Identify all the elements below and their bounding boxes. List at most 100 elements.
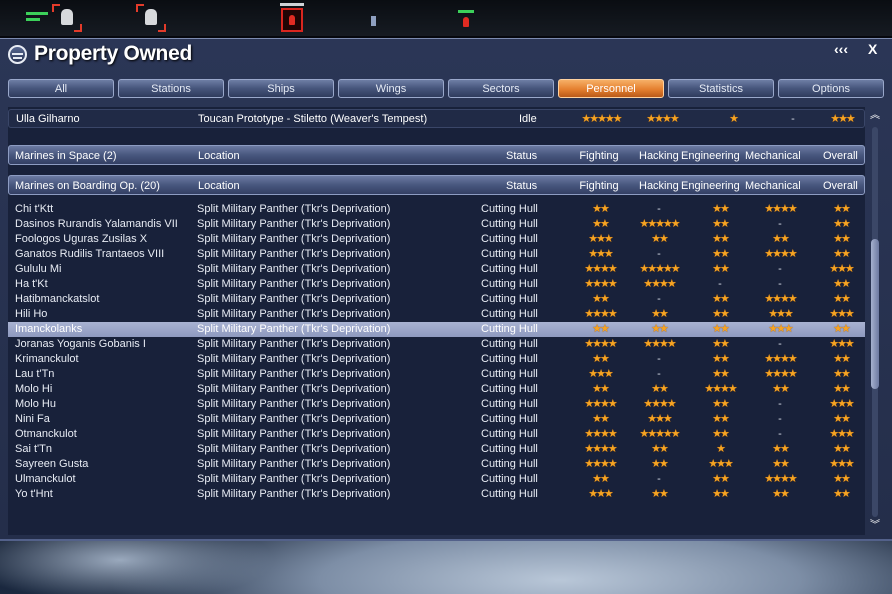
marine-status: Cutting Hull [481,203,538,215]
tab-sectors[interactable]: Sectors [448,79,554,98]
marine-status: Cutting Hull [481,428,538,440]
marine-row[interactable]: Sayreen Gusta Split Military Panther (Tkr… [8,457,865,472]
marine-mechanical: ★★ [772,443,790,455]
marine-fighting: ★★ [592,383,610,395]
marine-row[interactable]: Ganatos Rudilis Trantaeos VIII Split Mili… [8,247,865,262]
marine-engineering: ★★ [712,323,730,335]
marine-location: Split Military Panther (Tkr's Deprivatio… [197,413,391,425]
tab-wings[interactable]: Wings [338,79,444,98]
marine-name: Hatibmanckatslot [15,293,100,305]
marine-mechanical: - [778,398,782,410]
marine-row[interactable]: Dasinos Rurandis Yalamandis VII Split Mil… [8,217,865,232]
marine-location: Split Military Panther (Tkr's Deprivatio… [197,488,391,500]
hud-shield-bar [26,12,48,15]
marine-location: Split Military Panther (Tkr's Deprivatio… [197,338,391,350]
marine-status: Cutting Hull [481,488,538,500]
marine-row[interactable]: Krimanckulot Split Military Panther (Tkr'… [8,352,865,367]
hud-ship-icon[interactable] [136,4,166,32]
marine-name: Gululu Mi [15,263,62,275]
marine-location: Split Military Panther (Tkr's Deprivatio… [197,263,391,275]
marine-row[interactable]: Chi t'Ktt Split Military Panther (Tkr's D… [8,202,865,217]
marine-row[interactable]: Yo t'Hnt Split Military Panther (Tkr's De… [8,487,865,502]
marine-mechanical: ★★★ [768,308,794,320]
marine-fighting: ★★★★ [584,398,617,410]
marine-row[interactable]: Joranas Yoganis Gobanis I Split Military … [8,337,865,352]
marine-fighting: ★★★ [588,233,614,245]
marine-engineering: ★★ [712,413,730,425]
marine-engineering: ★★ [712,293,730,305]
scroll-up-icon[interactable]: ︽ [868,109,882,123]
marine-row[interactable]: Foologos Uguras Zusilas X Split Military … [8,232,865,247]
window-titlebar[interactable]: Property Owned ‹‹‹ X [0,39,892,69]
marine-mechanical: ★★★★ [764,203,797,215]
marine-hacking: - [657,473,661,485]
hud-target-icon[interactable] [281,8,303,32]
close-icon[interactable]: X [868,41,877,57]
marine-overall: ★★ [833,488,851,500]
scroll-down-icon[interactable]: ︾ [868,519,882,533]
col-mechanical: Mechanical [745,180,801,192]
marine-location: Split Military Panther (Tkr's Deprivatio… [197,428,391,440]
marine-status: Cutting Hull [481,353,538,365]
marine-engineering: ★★ [712,368,730,380]
group-header-marines-on-boarding[interactable]: Marines on Boarding Op. (20) Location St… [8,175,865,195]
marine-fighting: ★★ [592,323,610,335]
marine-hacking: ★★★★★ [639,263,680,275]
marine-location: Split Military Panther (Tkr's Deprivatio… [197,368,391,380]
property-globe-icon [8,45,27,64]
marine-hacking: ★★★★ [643,398,676,410]
marine-overall: ★★ [833,353,851,365]
marine-overall: ★★★ [829,263,855,275]
marine-row[interactable]: Gululu Mi Split Military Panther (Tkr's D… [8,262,865,277]
marine-status: Cutting Hull [481,278,538,290]
list-scrollbar[interactable]: ︽ ︾ [868,109,882,533]
marine-mechanical: ★★★★ [764,248,797,260]
marine-row[interactable]: Nini Fa Split Military Panther (Tkr's Dep… [8,412,865,427]
marine-hacking: ★★★★★ [639,218,680,230]
marine-row[interactable]: Ha t'Kt Split Military Panther (Tkr's Dep… [8,277,865,292]
hud-battery-icon [371,16,376,26]
marine-row[interactable]: Hili Ho Split Military Panther (Tkr's Dep… [8,307,865,322]
col-overall: Overall [823,150,858,162]
marine-location: Split Military Panther (Tkr's Deprivatio… [197,293,391,305]
marine-engineering: ★★ [712,353,730,365]
tab-personnel[interactable]: Personnel [558,79,664,98]
tab-stations[interactable]: Stations [118,79,224,98]
marine-engineering: ★★ [712,398,730,410]
marine-location: Split Military Panther (Tkr's Deprivatio… [197,398,391,410]
marine-hacking: - [657,293,661,305]
marine-hacking: ★★★★★ [639,428,680,440]
col-engineering: Engineering [681,180,740,192]
marine-row[interactable]: Lau t'Tn Split Military Panther (Tkr's De… [8,367,865,382]
marine-status: Cutting Hull [481,263,538,275]
personnel-list: Ulla Gilharno Toucan Prototype - Stilett… [8,107,865,535]
marine-row[interactable]: Hatibmanckatslot Split Military Panther (… [8,292,865,307]
group-header-marines-in-space[interactable]: Marines in Space (2) Location Status Fig… [8,145,865,165]
marine-fighting: ★★★★ [584,458,617,470]
tab-ships[interactable]: Ships [228,79,334,98]
scroll-thumb[interactable] [871,239,879,389]
hud-ship-icon[interactable] [52,4,82,32]
tab-all[interactable]: All [8,79,114,98]
marine-overall: ★★ [833,473,851,485]
marine-hacking: ★★ [651,308,669,320]
marine-hacking: ★★ [651,458,669,470]
marine-location: Split Military Panther (Tkr's Deprivatio… [197,323,391,335]
marine-row[interactable]: Sai t'Tn Split Military Panther (Tkr's De… [8,442,865,457]
top-entry-row[interactable]: Ulla Gilharno Toucan Prototype - Stilett… [8,109,865,128]
marine-row[interactable]: Ulmanckulot Split Military Panther (Tkr's… [8,472,865,487]
marine-mechanical: - [778,413,782,425]
marine-status: Cutting Hull [481,233,538,245]
marine-row[interactable]: Molo Hu Split Military Panther (Tkr's Dep… [8,397,865,412]
marine-row[interactable]: Otmanckulot Split Military Panther (Tkr's… [8,427,865,442]
marine-row[interactable]: Molo Hi Split Military Panther (Tkr's Dep… [8,382,865,397]
hud-target-icon[interactable] [460,16,472,30]
property-owned-window: Property Owned ‹‹‹ X All Stations Ships … [0,38,892,541]
tab-options[interactable]: Options [778,79,884,98]
entry-name: Ulla Gilharno [16,113,80,125]
marine-engineering: ★★★ [708,458,734,470]
marine-row[interactable]: Imanckolanks Split Military Panther (Tkr'… [8,322,865,337]
collapse-icon[interactable]: ‹‹‹ [834,41,848,57]
tab-statistics[interactable]: Statistics [668,79,774,98]
marine-overall: ★★ [833,413,851,425]
